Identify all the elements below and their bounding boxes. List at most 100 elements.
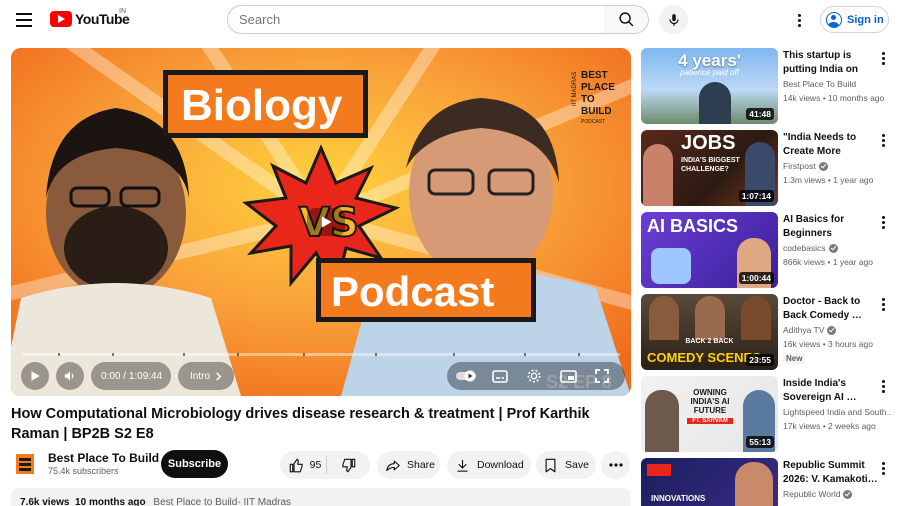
recommendation-title[interactable]: This startup is putting India on th… [783, 49, 879, 77]
recommendation-thumbnail[interactable]: JOBS INDIA'S BIGGEST CHALLENGE? 1:07:14 [641, 130, 778, 206]
thumb-subtext: BACK 2 BACK [685, 338, 734, 345]
recommendation-title[interactable]: Republic Summit 2026: V. Kamakoti… [783, 459, 879, 487]
item-menu-button[interactable] [877, 460, 889, 476]
play-icon [31, 371, 40, 381]
recommendation-item[interactable]: AI BASICS 1:00:44 AI Basics for Beginner… [641, 212, 900, 288]
thumb-text: AI BASICS [647, 216, 739, 236]
recommendation-meta: 16k views • 3 hours ago [783, 339, 873, 349]
views-label: 14k views [783, 93, 821, 103]
download-button[interactable]: Download [447, 451, 531, 479]
settings-button[interactable] [523, 366, 545, 386]
bookmark-icon [545, 458, 556, 472]
recommendation-title[interactable]: "India Needs to Create More Jobs"… [783, 131, 879, 159]
recommendation-channel[interactable]: Best Place To Build [783, 79, 893, 89]
account-icon [826, 11, 842, 28]
fullscreen-button[interactable] [591, 366, 613, 386]
recommendation-channel[interactable]: Republic World [783, 489, 893, 499]
play-button[interactable] [21, 362, 49, 390]
verified-icon [843, 489, 853, 499]
settings-more-button[interactable] [789, 10, 809, 30]
recommendation-channel[interactable]: codebasics [783, 243, 893, 253]
recommendation-item[interactable]: INNOVATIONS Republic Summit 2026: V. Kam… [641, 458, 900, 506]
channel-label: Lightspeed India and South… [783, 407, 893, 417]
chapter-marker [112, 353, 114, 356]
recommendation-title[interactable]: AI Basics for Beginners [783, 213, 879, 241]
recommendation-title[interactable]: Inside India's Sovereign AI … [783, 377, 879, 405]
more-actions-button[interactable] [601, 451, 630, 479]
like-button[interactable]: 95 [280, 451, 326, 479]
verified-icon [818, 161, 828, 171]
recommendation-meta: 866k views • 1 year ago [783, 257, 873, 267]
recommendation-channel[interactable]: Firstpost [783, 161, 893, 171]
share-button[interactable]: Share [377, 451, 440, 479]
fullscreen-icon [595, 369, 609, 383]
search-button[interactable] [604, 5, 649, 34]
autoplay-toggle[interactable] [455, 366, 477, 386]
search-icon [618, 12, 633, 27]
description-tag[interactable]: Best Place to Build- IIT Madras [153, 497, 291, 506]
age-label: 3 hours ago [828, 339, 873, 349]
subscribe-button[interactable]: Subscribe [161, 450, 228, 478]
thumb-text: COMEDY SCENES [647, 350, 761, 365]
svg-text:PLACE: PLACE [581, 82, 615, 93]
recommendation-item[interactable]: JOBS INDIA'S BIGGEST CHALLENGE? 1:07:14 … [641, 130, 900, 206]
subscriber-count: 75.4k subscribers [48, 466, 119, 476]
menu-icon[interactable] [16, 10, 36, 30]
save-label: Save [565, 459, 589, 471]
thumb-text: JOBS [681, 132, 736, 154]
age-label: 1 year ago [832, 257, 873, 267]
chapter-button[interactable]: Intro [178, 362, 234, 390]
new-badge: New [783, 353, 806, 364]
svg-text:IIT MADRAS: IIT MADRAS [572, 72, 578, 106]
center-play-button[interactable] [307, 208, 345, 236]
item-menu-button[interactable] [877, 214, 889, 230]
channel-name[interactable]: Best Place To Build [48, 451, 159, 465]
sign-in-button[interactable]: Sign in [820, 6, 889, 33]
thumb-person [695, 296, 725, 340]
svg-text:BUILD: BUILD [581, 106, 612, 117]
item-menu-button[interactable] [877, 378, 889, 394]
verified-icon [828, 243, 838, 253]
item-menu-button[interactable] [877, 50, 889, 66]
thumbs-up-icon [289, 458, 303, 472]
recommendation-thumbnail[interactable]: AI BASICS 1:00:44 [641, 212, 778, 288]
top-bar: YouTube IN Sign in [0, 0, 900, 40]
subtitles-button[interactable] [489, 366, 511, 386]
duration-badge: 41:48 [746, 108, 774, 120]
volume-button[interactable] [56, 362, 84, 390]
recommendation-thumbnail[interactable]: INNOVATIONS [641, 458, 778, 506]
description-box[interactable]: 7.6k views 10 months ago Best Place to B… [11, 488, 631, 506]
recommendation-channel[interactable]: Lightspeed India and South… [783, 407, 893, 417]
duration-badge: 1:07:14 [738, 190, 774, 202]
recommendation-meta: 1.3m views • 1 year ago [783, 175, 874, 185]
subtitles-icon [492, 369, 508, 383]
item-menu-button[interactable] [877, 132, 889, 148]
recommendation-channel[interactable]: Adithya TV [783, 325, 893, 335]
time-separator: / [120, 370, 129, 382]
recommendation-item[interactable]: 4 years' patience paid off 41:48 This st… [641, 48, 900, 124]
sign-in-label: Sign in [847, 13, 884, 26]
voice-search-button[interactable] [659, 5, 688, 34]
upload-age: 10 months ago [75, 497, 146, 506]
video-player[interactable]: VS Biology Podcast IIT MADRAS BEST PLACE… [11, 48, 631, 396]
download-icon [457, 459, 468, 472]
svg-text:BEST: BEST [581, 70, 608, 81]
share-icon [386, 460, 400, 471]
channel-avatar[interactable] [11, 450, 39, 478]
recommendation-thumbnail[interactable]: 4 years' patience paid off 41:48 [641, 48, 778, 124]
recommendation-item[interactable]: BACK 2 BACK COMEDY SCENES 23:55 Doctor -… [641, 294, 900, 370]
recommendation-item[interactable]: OWNING INDIA'S AI FUTURE FT. SARVAM 55:1… [641, 376, 900, 452]
dislike-button[interactable] [327, 451, 370, 479]
youtube-logo[interactable]: YouTube [50, 11, 130, 27]
recommendation-thumbnail[interactable]: OWNING INDIA'S AI FUTURE FT. SARVAM 55:1… [641, 376, 778, 452]
progress-bar[interactable] [22, 353, 620, 356]
miniplayer-button[interactable] [557, 366, 579, 386]
save-button[interactable]: Save [536, 451, 596, 479]
item-menu-button[interactable] [877, 296, 889, 312]
search-input[interactable] [228, 6, 604, 33]
recommendation-title[interactable]: Doctor - Back to Back Comedy … [783, 295, 879, 323]
thumb-subtext: INDIA'S BIGGEST CHALLENGE? [681, 157, 740, 173]
recommendation-thumbnail[interactable]: BACK 2 BACK COMEDY SCENES 23:55 [641, 294, 778, 370]
views-label: 1.3m views [783, 175, 826, 185]
microphone-icon [668, 13, 679, 26]
